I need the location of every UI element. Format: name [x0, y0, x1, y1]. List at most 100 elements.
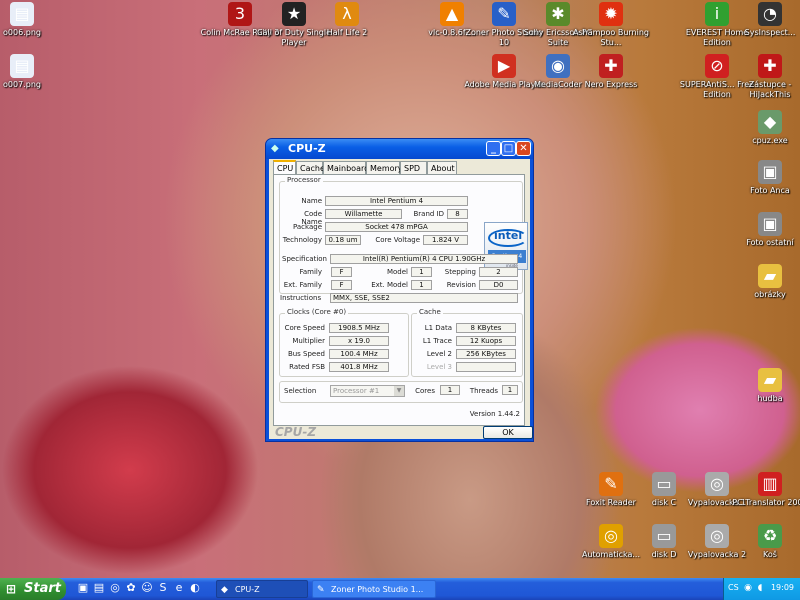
taskbar-item-cpuz-label: CPU-Z: [235, 585, 260, 594]
quicklaunch-media-icon[interactable]: ◎: [108, 581, 122, 595]
tray-speaker-icon[interactable]: ◖: [754, 582, 766, 594]
desktop-icon-pctrans[interactable]: ▥ PC Translator 2007: [730, 472, 800, 508]
tab-about[interactable]: About: [427, 161, 457, 174]
clock[interactable]: 19:09: [771, 583, 794, 592]
name-value: Intel Pentium 4: [325, 196, 468, 206]
language-indicator[interactable]: CS: [728, 583, 739, 592]
desktop-icon-label: Zástupce - HiJackThis: [748, 80, 792, 99]
package-value: Socket 478 mPGA: [325, 222, 468, 232]
tab-cache[interactable]: Cache: [296, 161, 325, 174]
quicklaunch-messenger-icon[interactable]: ☺: [140, 581, 154, 595]
extmodel-value: 1: [411, 280, 432, 290]
extfamily-label: Ext. Family: [283, 281, 322, 289]
desktop-icon-hl2[interactable]: λ Half Life 2: [307, 2, 387, 38]
l1trace-label: L1 Trace: [422, 337, 452, 345]
instructions-value: MMX, SSE, SSE2: [330, 293, 518, 303]
desktop-icon-kos[interactable]: ♻ Koš: [730, 524, 800, 560]
maximize-button[interactable]: □: [501, 141, 516, 156]
superanti-icon: ⊘: [705, 54, 729, 78]
zoner-icon: ✎: [492, 2, 516, 26]
tray-shield-icon[interactable]: ◉: [742, 582, 754, 594]
tab-mainboard[interactable]: Mainboard: [323, 161, 369, 174]
l1trace-value: 12 Kuops: [456, 336, 516, 346]
desktop-icon-zastupce[interactable]: ✚ Zástupce - HiJackThis: [730, 54, 800, 100]
sony-icon: ✱: [546, 2, 570, 26]
foxit-icon: ✎: [599, 472, 623, 496]
quicklaunch-ie-icon[interactable]: e: [172, 581, 186, 595]
desktop-icon-nero[interactable]: ✚ Nero Express: [571, 54, 651, 90]
technology-value: 0.18 um: [325, 235, 361, 245]
cores-value: 1: [440, 385, 460, 395]
desktop-icon-label: Half Life 2: [326, 28, 368, 37]
corespeed-label: Core Speed: [284, 324, 325, 332]
taskbar-item-zoner[interactable]: ✎ Zoner Photo Studio 1...: [312, 580, 436, 598]
ok-button[interactable]: OK: [483, 426, 533, 439]
foto-anca-icon: ▣: [758, 160, 782, 184]
tab-cpu[interactable]: CPU: [273, 160, 296, 175]
desktop-icon-hudba[interactable]: ▰ hudba: [730, 368, 800, 404]
package-label: Package: [292, 223, 322, 231]
desktop-icon-o006[interactable]: ▤ o006.png: [0, 2, 62, 38]
minimize-button[interactable]: _: [486, 141, 501, 156]
threads-label: Threads: [469, 387, 498, 395]
desktop-icon-o007[interactable]: ▤ o007.png: [0, 54, 62, 90]
quicklaunch-flower-icon[interactable]: ✿: [124, 581, 138, 595]
window-client: CPU Cache Mainboard Memory SPD About Pro…: [269, 159, 533, 439]
cpuz-app-icon: ◆: [271, 143, 279, 154]
desktop-icon-sysinspect[interactable]: ◔ SysInspect...: [730, 2, 800, 38]
processor-select-value: Processor #1: [333, 387, 380, 395]
start-button[interactable]: ⊞ Start: [0, 578, 66, 600]
title-bar[interactable]: ◆ CPU-Z _ □ ✕: [266, 139, 533, 159]
desktop-icon-cpuz[interactable]: ◆ cpuz.exe: [730, 110, 800, 146]
specification-label: Specification: [282, 255, 327, 263]
cpuz-window[interactable]: ◆ CPU-Z _ □ ✕ CPU Cache Mainboard Memory…: [265, 138, 534, 442]
desktop-icon-label: o007.png: [3, 80, 41, 89]
foto-ostatni-icon: ▣: [758, 212, 782, 236]
name-label: Name: [301, 197, 322, 205]
tab-spd[interactable]: SPD: [400, 161, 427, 174]
brandid-label: Brand ID: [413, 210, 444, 218]
mediacoder-icon: ◉: [546, 54, 570, 78]
chevron-down-icon[interactable]: ▼: [394, 386, 404, 396]
cores-label: Cores: [415, 387, 435, 395]
desktop-icon-obrazky[interactable]: ▰ obrázky: [730, 264, 800, 300]
busspeed-value: 100.4 MHz: [329, 349, 389, 359]
desktop-icon-label: Ashampoo Burning Stu...: [573, 28, 649, 47]
quicklaunch-firefox-icon[interactable]: ◐: [188, 581, 202, 595]
quicklaunch-explorer-icon[interactable]: ▤: [92, 581, 106, 595]
desktop-icon-foto-anca[interactable]: ▣ Foto Anca: [730, 160, 800, 196]
l1data-label: L1 Data: [424, 324, 452, 332]
level2-label: Level 2: [426, 350, 452, 358]
zoner-task-icon: ✎: [317, 585, 325, 595]
desktop-icon-label: Foto ostatní: [746, 238, 794, 247]
hl2-icon: λ: [335, 2, 359, 26]
system-tray: CS ◉ ◖ 19:09: [723, 578, 800, 600]
instructions-label: Instructions: [280, 294, 322, 302]
desktop-icon-label: o006.png: [3, 28, 41, 37]
level3-label: Level 3: [426, 363, 452, 371]
show-desktop-icon[interactable]: ▣: [76, 581, 90, 595]
desktop-icon-label: SysInspect...: [744, 28, 796, 37]
corevoltage-value: 1.824 V: [423, 235, 468, 245]
hudba-icon: ▰: [758, 368, 782, 392]
cpuz-task-icon: ◆: [221, 585, 228, 595]
sysinspect-icon: ◔: [758, 2, 782, 26]
start-label: Start: [24, 581, 61, 596]
threads-value: 1: [502, 385, 518, 395]
processor-select[interactable]: Processor #1 ▼: [330, 385, 405, 397]
selection-label: Selection: [284, 387, 317, 395]
o007-icon: ▤: [10, 54, 34, 78]
vyp2-icon: ◎: [705, 524, 729, 548]
desktop-icon-label: PC Translator 2007: [732, 498, 800, 507]
taskbar-item-cpuz[interactable]: ◆ CPU-Z: [216, 580, 308, 598]
taskbar-item-zoner-label: Zoner Photo Studio 1...: [331, 585, 424, 594]
desktop-icon-foto-ostatni[interactable]: ▣ Foto ostatní: [730, 212, 800, 248]
desktop-icon-label: cpuz.exe: [752, 136, 788, 145]
desktop-icon-ashampoo[interactable]: ✹ Ashampoo Burning Stu...: [571, 2, 651, 48]
l1data-value: 8 KBytes: [456, 323, 516, 333]
o006-icon: ▤: [10, 2, 34, 26]
tab-memory[interactable]: Memory: [366, 161, 403, 174]
quicklaunch-skype-icon[interactable]: S: [156, 581, 170, 595]
close-button[interactable]: ✕: [516, 141, 531, 156]
intel-brand-text: intel: [494, 229, 523, 242]
